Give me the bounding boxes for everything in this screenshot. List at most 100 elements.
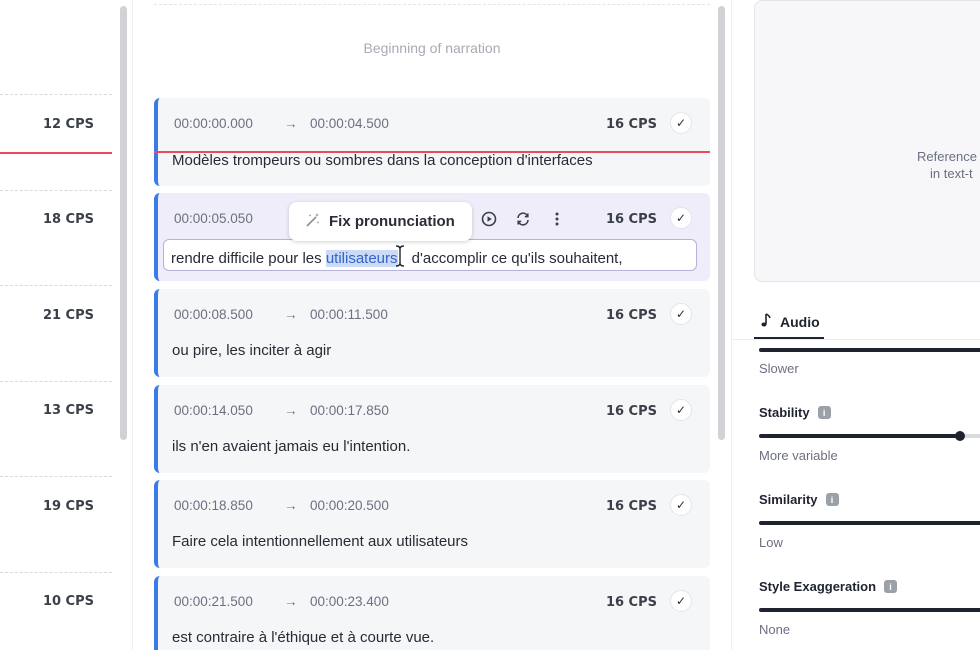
segment-text[interactable]: ils n'en avaient jamais eu l'intention. [172, 438, 410, 455]
more-vertical-icon[interactable] [546, 208, 568, 230]
segment-cps: 16 CPS [605, 212, 657, 227]
check-icon[interactable]: ✓ [670, 112, 692, 134]
cps-badge: 13 CPS [42, 403, 94, 418]
reference-line-2: in text-t [930, 166, 973, 181]
stability-label: Stability [759, 405, 810, 420]
transcript-segment[interactable]: 00:00:08.500 → 00:00:11.500 16 CPS ✓ ou … [154, 289, 710, 377]
arrow-right-icon: → [284, 307, 298, 322]
cps-badge: 21 CPS [42, 308, 94, 323]
arrow-right-icon: → [284, 498, 298, 513]
cps-badge: 12 CPS [42, 117, 94, 132]
text-cursor-icon [395, 245, 408, 268]
reference-line-1: Reference [917, 149, 977, 164]
end-time[interactable]: 00:00:17.850 [310, 403, 389, 418]
segment-text[interactable]: Faire cela intentionnellement aux utilis… [172, 533, 468, 550]
segment-times: 00:00:18.850 → 00:00:20.500 [174, 498, 389, 513]
transcript-segment[interactable]: 00:00:14.050 → 00:00:17.850 16 CPS ✓ ils… [154, 385, 710, 473]
timeline-column: 12 CPS 18 CPS 21 CPS 13 CPS 19 CPS 10 CP… [0, 0, 133, 650]
info-icon[interactable]: i [825, 493, 839, 506]
style-slider[interactable] [759, 608, 980, 612]
transcript-segment[interactable]: 00:00:21.500 → 00:00:23.400 16 CPS ✓ est… [154, 576, 710, 650]
settings-panel: Reference in text-t Audio Slower Stabili… [731, 0, 980, 650]
style-label: Style Exaggeration [759, 579, 877, 594]
check-icon[interactable]: ✓ [670, 207, 692, 229]
arrow-right-icon: → [284, 116, 298, 131]
narration-start: Beginning of narration [154, 4, 710, 90]
speed-min-label: Slower [759, 361, 799, 376]
text-before: rendre difficile pour les [171, 250, 326, 267]
stability-min-label: More variable [759, 448, 838, 463]
end-time[interactable]: 00:00:11.500 [310, 307, 388, 322]
segment-times: 00:00:21.500 → 00:00:23.400 [174, 594, 389, 609]
check-icon[interactable]: ✓ [670, 399, 692, 421]
segment-cps: 16 CPS [605, 117, 657, 132]
end-time[interactable]: 00:00:04.500 [310, 116, 389, 131]
style-title: Style Exaggeration i [759, 579, 898, 594]
playhead-line [0, 152, 112, 154]
tab-divider [732, 339, 980, 340]
left-scrollbar[interactable] [120, 6, 127, 440]
start-time[interactable]: 00:00:05.050 [174, 211, 284, 226]
cps-badge: 10 CPS [42, 594, 94, 609]
timeline-divider [0, 94, 112, 95]
segment-text[interactable]: Modèles trompeurs ou sombres dans la con… [172, 152, 593, 169]
stability-title: Stability i [759, 405, 831, 420]
timeline-divider [0, 381, 112, 382]
segment-text-editor[interactable]: rendre difficile pour les utilisateurs d… [163, 239, 697, 271]
regenerate-icon[interactable] [512, 208, 534, 230]
style-min-label: None [759, 622, 791, 637]
timeline-divider [0, 285, 112, 286]
segment-text[interactable]: ou pire, les inciter à agir [172, 342, 331, 359]
segment-cps: 16 CPS [605, 404, 657, 419]
cps-badge: 19 CPS [42, 499, 94, 514]
reference-panel: Reference in text-t [754, 0, 980, 282]
fix-pronunciation-button[interactable]: Fix pronunciation [289, 202, 472, 241]
check-icon[interactable]: ✓ [670, 590, 692, 612]
start-time[interactable]: 00:00:00.000 [174, 116, 284, 131]
timeline-divider [0, 190, 112, 191]
arrow-right-icon: → [284, 594, 298, 609]
check-icon[interactable]: ✓ [670, 303, 692, 325]
segment-times: 00:00:05.050 [174, 211, 284, 226]
stability-slider[interactable] [759, 431, 980, 441]
music-note-icon [760, 312, 772, 331]
segment-times: 00:00:00.000 → 00:00:04.500 [174, 116, 389, 131]
tab-audio-label: Audio [780, 313, 820, 330]
segment-cps: 16 CPS [605, 595, 657, 610]
info-icon[interactable]: i [817, 406, 831, 419]
timeline-divider [0, 572, 112, 573]
segment-times: 00:00:14.050 → 00:00:17.850 [174, 403, 389, 418]
end-time[interactable]: 00:00:23.400 [310, 594, 389, 609]
similarity-min-label: Low [759, 535, 783, 550]
similarity-label: Similarity [759, 492, 818, 507]
fix-pronunciation-label: Fix pronunciation [329, 213, 455, 230]
play-icon[interactable] [478, 208, 500, 230]
slider-knob[interactable] [955, 431, 965, 441]
check-icon[interactable]: ✓ [670, 494, 692, 516]
timeline-divider [0, 476, 112, 477]
info-icon[interactable]: i [884, 580, 898, 593]
transcript-scrollbar[interactable] [718, 6, 725, 440]
end-time[interactable]: 00:00:20.500 [310, 498, 389, 513]
transcript-segment[interactable]: 00:00:00.000 → 00:00:04.500 16 CPS ✓ Mod… [154, 98, 710, 186]
text-after: d'accomplir ce qu'ils souhaitent, [407, 250, 623, 267]
segment-text[interactable]: est contraire à l'éthique et à courte vu… [172, 629, 434, 646]
segment-times: 00:00:08.500 → 00:00:11.500 [174, 307, 388, 322]
start-time[interactable]: 00:00:14.050 [174, 403, 284, 418]
start-time[interactable]: 00:00:21.500 [174, 594, 284, 609]
speed-slider[interactable] [759, 348, 980, 352]
transcript-segment[interactable]: 00:00:18.850 → 00:00:20.500 16 CPS ✓ Fai… [154, 480, 710, 568]
tab-audio[interactable]: Audio [754, 306, 824, 339]
text-selection[interactable]: utilisateurs [325, 250, 398, 267]
similarity-title: Similarity i [759, 492, 839, 507]
segment-cps: 16 CPS [605, 499, 657, 514]
segment-toolbar [478, 208, 568, 230]
beginning-label: Beginning of narration [363, 40, 501, 56]
cps-badge: 18 CPS [42, 212, 94, 227]
segment-text[interactable]: rendre difficile pour les utilisateurs d… [171, 245, 623, 268]
start-time[interactable]: 00:00:08.500 [174, 307, 284, 322]
magic-wand-icon [305, 212, 323, 232]
start-time[interactable]: 00:00:18.850 [174, 498, 284, 513]
similarity-slider[interactable] [759, 521, 980, 525]
arrow-right-icon: → [284, 403, 298, 418]
